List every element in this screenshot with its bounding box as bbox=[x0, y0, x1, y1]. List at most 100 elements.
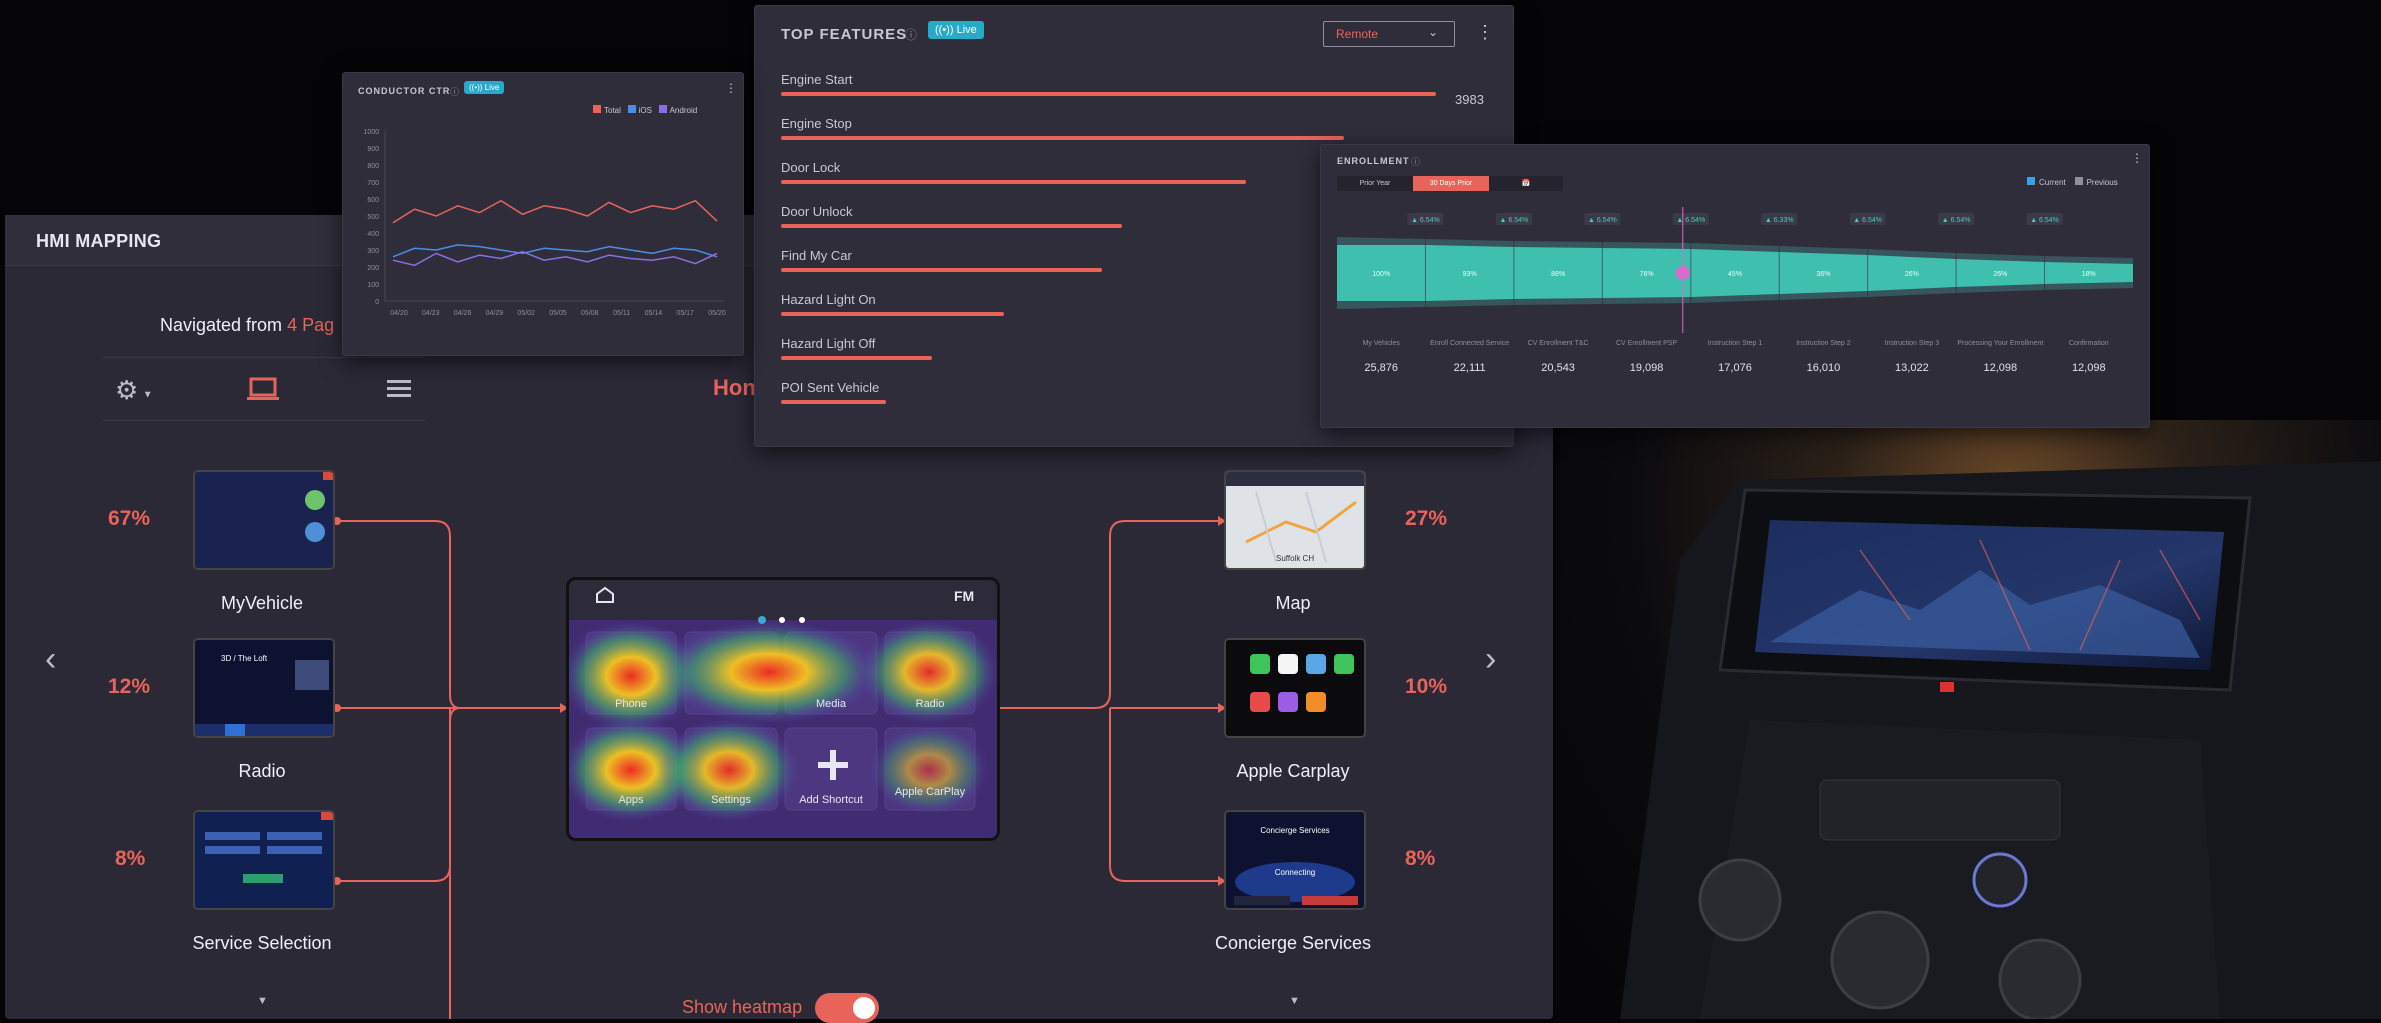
apple-carplay-label: Apple Carplay bbox=[1236, 761, 1350, 781]
radio-label: Radio bbox=[238, 761, 286, 781]
stage-label: Processing Your Enrollment bbox=[1957, 340, 2043, 347]
stage-percent: 26% bbox=[1993, 271, 2007, 278]
x-tick-label: 05/20 bbox=[708, 310, 726, 317]
feature-label: Door Unlock bbox=[781, 204, 853, 219]
concierge-thumbnail[interactable]: Concierge Services Connecting bbox=[1224, 810, 1366, 910]
live-badge: ((•)) Live bbox=[928, 21, 984, 39]
feature-bar bbox=[781, 180, 1246, 184]
chevron-down-icon: ⌄ bbox=[1428, 25, 1439, 39]
show-heatmap-label: Show heatmap bbox=[682, 997, 803, 1017]
stage-label: My Vehicles bbox=[1363, 340, 1401, 347]
stage-value: 13,022 bbox=[1895, 362, 1929, 374]
tile-apple-carplay-label: Apple CarPlay bbox=[894, 786, 966, 798]
y-tick-label: 200 bbox=[367, 265, 379, 272]
concierge-title: Concierge Services bbox=[1260, 826, 1330, 835]
myvehicle-label: MyVehicle bbox=[220, 593, 304, 613]
stage-label: Confirmation bbox=[2069, 340, 2109, 347]
feature-bar bbox=[781, 400, 886, 404]
more-options-icon[interactable]: ⋮ bbox=[2131, 151, 2143, 165]
stage-percent: 18% bbox=[2082, 271, 2096, 278]
map-thumbnail[interactable]: Suffolk CH bbox=[1224, 470, 1366, 570]
apple-carplay-percent: 10% bbox=[1405, 675, 1448, 698]
change-chip-label: ▲ 6.54% bbox=[1588, 217, 1617, 224]
tile-radio-label: Radio bbox=[915, 698, 945, 710]
y-tick-label: 900 bbox=[367, 146, 379, 153]
y-tick-label: 1000 bbox=[363, 129, 379, 136]
stage-value: 12,098 bbox=[2072, 362, 2106, 374]
feature-bar bbox=[781, 268, 1102, 272]
series-line-android bbox=[392, 250, 718, 267]
stage-percent: 93% bbox=[1463, 271, 1477, 278]
stage-value: 20,543 bbox=[1541, 362, 1575, 374]
legend-android: Android bbox=[658, 105, 697, 115]
stage-label: CV Enrollment PSP bbox=[1616, 340, 1677, 347]
top-features-title: TOP FEATURES bbox=[781, 26, 908, 43]
info-icon: ⓘ bbox=[905, 28, 918, 42]
feature-label: Engine Stop bbox=[781, 116, 852, 131]
radio-thumbnail[interactable]: 3D / The Loft bbox=[193, 638, 335, 738]
tab-30-days-prior[interactable]: 30 Days Prior bbox=[1413, 176, 1489, 191]
change-chip-label: ▲ 6.54% bbox=[1676, 217, 1705, 224]
tile-media-label: Media bbox=[816, 698, 846, 710]
live-label: Live bbox=[484, 83, 500, 92]
ctr-line-chart: 1000900800700600500400300200100004/20 04/… bbox=[363, 129, 726, 317]
stage-value: 17,076 bbox=[1718, 362, 1752, 374]
calendar-icon[interactable]: 📅 bbox=[1489, 176, 1563, 191]
legend-total: Total bbox=[593, 105, 621, 115]
concierge-label: Concierge Services bbox=[1214, 933, 1372, 953]
stage-percent: 45% bbox=[1728, 271, 1742, 278]
x-tick-label: 04/23 bbox=[422, 310, 440, 317]
stage-label: Instruction Step 2 bbox=[1796, 340, 1851, 347]
service-selection-thumbnail[interactable] bbox=[193, 810, 335, 910]
chevron-down-icon[interactable]: ▼ bbox=[257, 995, 268, 1007]
tile-apps-label: Apps bbox=[618, 794, 644, 806]
stage-label: Instruction Step 1 bbox=[1708, 340, 1763, 347]
y-tick-label: 800 bbox=[367, 163, 379, 170]
x-tick-label: 05/05 bbox=[549, 310, 567, 317]
change-chip-label: ▲ 6.54% bbox=[1853, 217, 1882, 224]
y-tick-label: 700 bbox=[367, 180, 379, 187]
y-tick-label: 0 bbox=[375, 299, 379, 306]
stage-percent: 26% bbox=[1905, 271, 1919, 278]
y-tick-label: 500 bbox=[367, 214, 379, 221]
stage-percent: 100% bbox=[1372, 271, 1390, 278]
x-tick-label: 05/02 bbox=[517, 310, 535, 317]
x-tick-label: 04/29 bbox=[486, 310, 504, 317]
change-chip-label: ▲ 6.54% bbox=[1500, 217, 1529, 224]
center-home-screen[interactable]: FM Phone Media Radio Apps Settings Add S… bbox=[566, 577, 1000, 841]
tab-prior-year[interactable]: Prior Year bbox=[1337, 176, 1413, 191]
feature-label: Find My Car bbox=[781, 248, 852, 263]
more-options-icon[interactable]: ⋮ bbox=[1476, 22, 1494, 43]
chart-legend: Total iOS Android bbox=[593, 105, 697, 115]
enrollment-card: ENROLLMENT ⓘ ⋮ Prior Year 30 Days Prior … bbox=[1320, 144, 2150, 428]
feature-bar bbox=[781, 92, 1436, 96]
change-chip-label: ▲ 6.54% bbox=[2030, 217, 2059, 224]
service-selection-percent: 8% bbox=[115, 847, 146, 870]
apple-carplay-thumbnail[interactable] bbox=[1224, 638, 1366, 738]
info-icon: ⓘ bbox=[1411, 157, 1421, 167]
series-line-total bbox=[392, 199, 718, 224]
fm-label: FM bbox=[954, 588, 975, 604]
feature-bar bbox=[781, 136, 1344, 140]
engine-start-value: 3983 bbox=[1455, 92, 1484, 107]
y-tick-label: 400 bbox=[367, 231, 379, 238]
x-tick-label: 05/08 bbox=[581, 310, 599, 317]
enrollment-funnel: 100% My Vehicles 25,876 93% Enroll Connected… bbox=[1337, 205, 2133, 374]
map-percent: 27% bbox=[1405, 507, 1448, 530]
concierge-status: Connecting bbox=[1274, 868, 1316, 877]
feature-label: Hazard Light Off bbox=[781, 336, 876, 351]
stage-percent: 88% bbox=[1551, 271, 1565, 278]
remote-dropdown[interactable]: Remote ⌄ bbox=[1323, 21, 1455, 47]
more-options-icon[interactable]: ⋮ bbox=[725, 81, 737, 95]
live-label: Live bbox=[956, 24, 977, 36]
feature-bar bbox=[781, 356, 932, 360]
info-icon: ⓘ bbox=[450, 87, 460, 97]
enrollment-title: ENROLLMENT bbox=[1337, 156, 1410, 166]
stage-value: 12,098 bbox=[1984, 362, 2018, 374]
tile-phone-label: Phone bbox=[615, 698, 647, 710]
period-tabs: Prior Year 30 Days Prior 📅 bbox=[1337, 176, 1563, 191]
stage-value: 25,876 bbox=[1364, 362, 1398, 374]
chevron-down-icon[interactable]: ▼ bbox=[1289, 995, 1300, 1007]
stage-value: 19,098 bbox=[1630, 362, 1664, 374]
myvehicle-thumbnail[interactable] bbox=[193, 470, 335, 570]
